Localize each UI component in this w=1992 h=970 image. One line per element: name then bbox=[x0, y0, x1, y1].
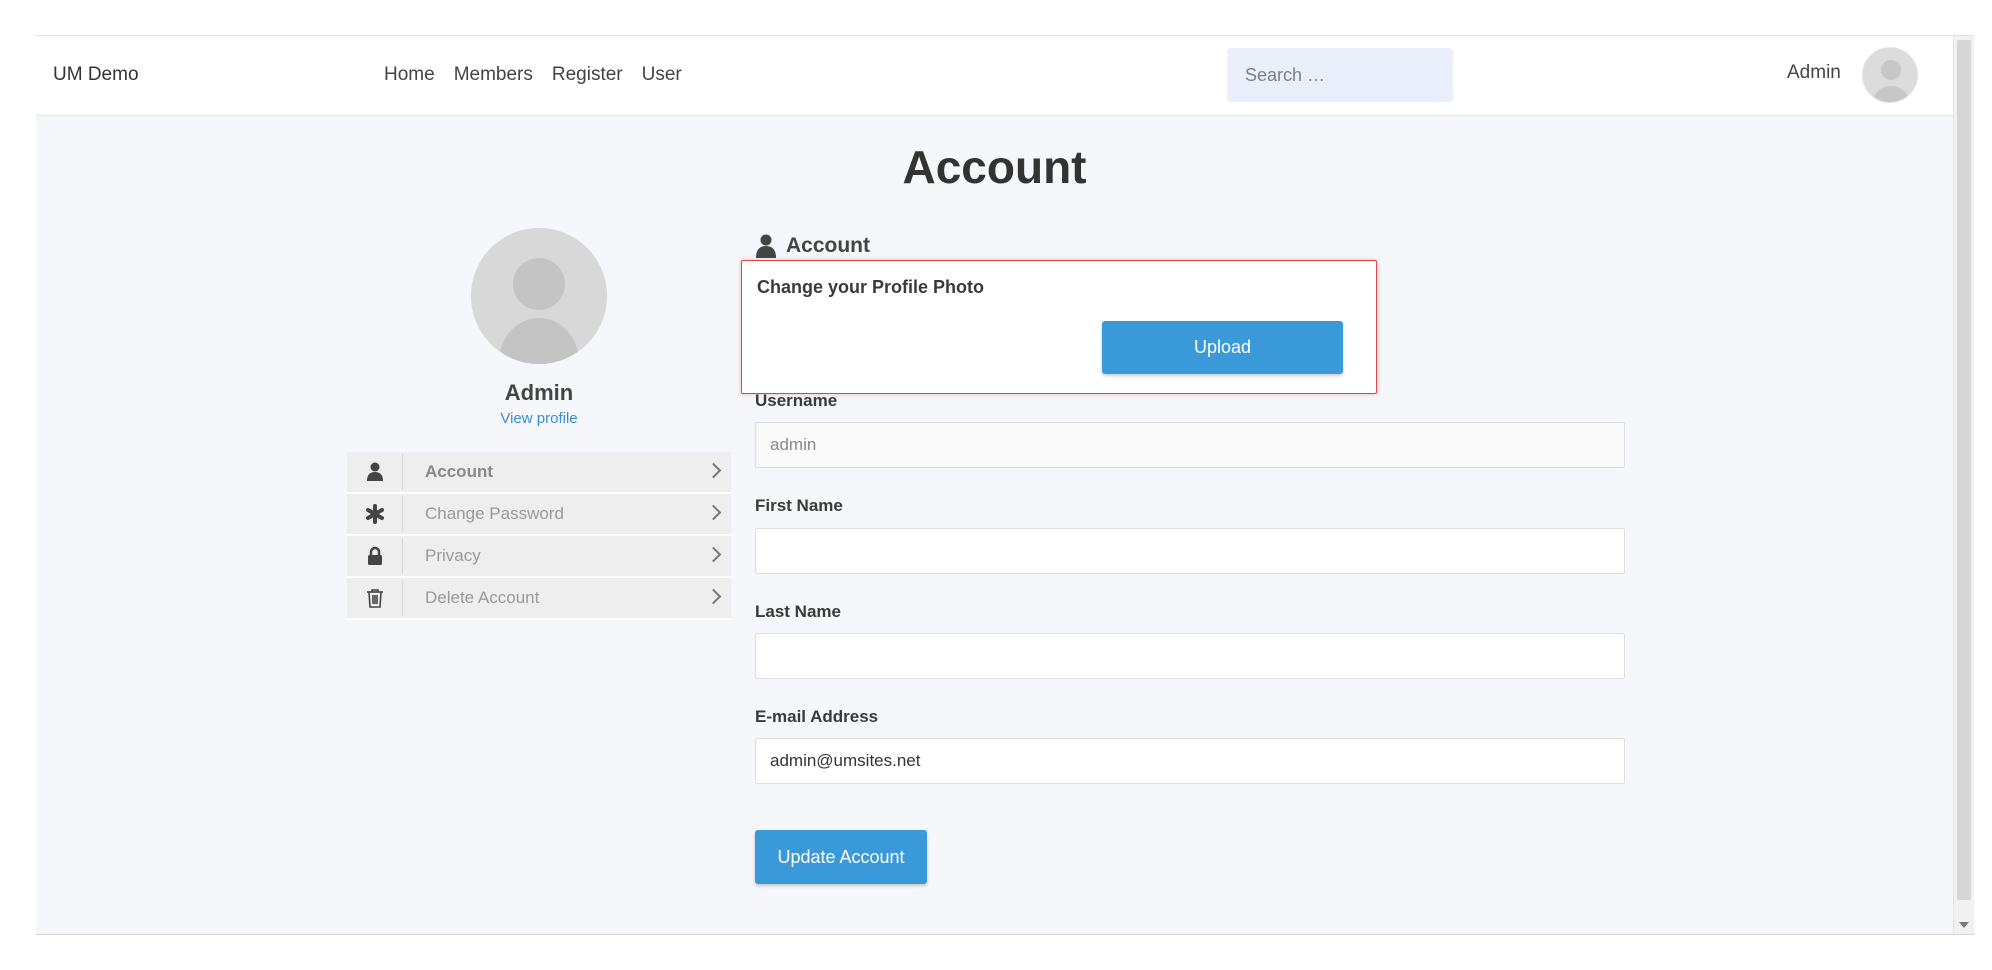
chevron-right-icon bbox=[705, 546, 722, 563]
account-side-menu: Account Change Password Privacy Delete A… bbox=[347, 452, 731, 620]
profile-photo-panel: Change your Profile Photo Upload bbox=[741, 260, 1377, 394]
avatar-placeholder-icon bbox=[1863, 48, 1917, 102]
upload-button[interactable]: Upload bbox=[1102, 321, 1343, 374]
profile-avatar bbox=[471, 228, 607, 364]
sidebar-item-label: Change Password bbox=[425, 504, 564, 523]
site-title[interactable]: UM Demo bbox=[53, 64, 139, 86]
nav-members[interactable]: Members bbox=[454, 64, 533, 86]
email-field[interactable] bbox=[755, 738, 1625, 784]
sidebar-item-label: Account bbox=[425, 462, 493, 481]
sidebar-item-label: Privacy bbox=[425, 546, 481, 565]
sidebar-item-delete-account[interactable]: Delete Account bbox=[347, 578, 731, 620]
site-header: UM Demo Home Members Register User Admin bbox=[36, 36, 1953, 116]
lock-icon bbox=[347, 538, 403, 574]
avatar-placeholder-icon bbox=[471, 228, 607, 364]
vertical-scrollbar[interactable] bbox=[1953, 36, 1974, 934]
main-nav: Home Members Register User bbox=[384, 64, 682, 86]
chevron-right-icon bbox=[705, 462, 722, 479]
username-field[interactable] bbox=[755, 422, 1625, 468]
header-user-name[interactable]: Admin bbox=[1787, 62, 1841, 84]
profile-photo-label: Change your Profile Photo bbox=[757, 277, 985, 297]
asterisk-icon bbox=[347, 496, 403, 532]
nav-home[interactable]: Home bbox=[384, 64, 435, 86]
scrollbar-thumb[interactable] bbox=[1957, 40, 1971, 900]
chevron-right-icon bbox=[705, 588, 722, 605]
view-profile-link[interactable]: View profile bbox=[336, 410, 742, 427]
email-label: E-mail Address bbox=[755, 707, 879, 726]
profile-name: Admin bbox=[504, 380, 574, 405]
header-avatar[interactable] bbox=[1862, 47, 1918, 103]
last-name-field[interactable] bbox=[755, 633, 1625, 679]
sidebar-item-account[interactable]: Account bbox=[347, 452, 731, 494]
first-name-label: First Name bbox=[755, 496, 843, 515]
sidebar-item-change-password[interactable]: Change Password bbox=[347, 494, 731, 536]
nav-user[interactable]: User bbox=[642, 64, 682, 86]
trash-icon bbox=[347, 580, 403, 616]
first-name-field[interactable] bbox=[755, 528, 1625, 574]
search-input[interactable] bbox=[1227, 48, 1453, 102]
section-heading: Account bbox=[756, 234, 870, 258]
last-name-label: Last Name bbox=[755, 602, 841, 621]
scroll-down-arrow-icon[interactable] bbox=[1959, 922, 1969, 928]
sidebar-item-label: Delete Account bbox=[425, 588, 540, 607]
section-title: Account bbox=[786, 234, 870, 257]
user-icon bbox=[347, 454, 403, 490]
chevron-right-icon bbox=[705, 504, 722, 521]
page-title: Account bbox=[902, 141, 1087, 193]
browser-viewport: UM Demo Home Members Register User Admin… bbox=[36, 35, 1974, 935]
update-account-button[interactable]: Update Account bbox=[755, 830, 927, 884]
sidebar-item-privacy[interactable]: Privacy bbox=[347, 536, 731, 578]
user-icon bbox=[756, 234, 776, 258]
nav-register[interactable]: Register bbox=[552, 64, 623, 86]
username-label: Username bbox=[755, 391, 838, 410]
